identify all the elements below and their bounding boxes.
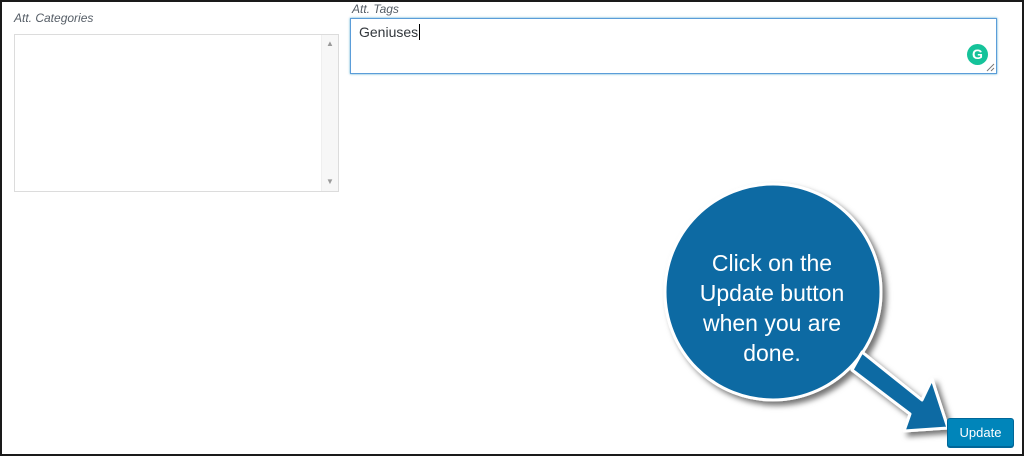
text-caret [419, 24, 421, 40]
categories-label: Att. Categories [14, 11, 94, 25]
categories-listbox[interactable]: ▲ ▼ [14, 34, 339, 192]
callout-line: Update button [699, 280, 845, 306]
callout-text: Click on the Update button when you are … [682, 248, 862, 368]
categories-scrollbar[interactable]: ▲ ▼ [321, 35, 338, 191]
tags-input-value[interactable]: Geniuses [359, 24, 421, 40]
tags-value-text: Geniuses [359, 24, 419, 40]
callout-line: when you are [702, 310, 842, 336]
scroll-up-arrow-icon[interactable]: ▲ [322, 37, 338, 51]
callout-line: Click on the [711, 250, 833, 276]
scroll-down-arrow-icon[interactable]: ▼ [322, 175, 338, 189]
callout-line: done. [743, 340, 801, 366]
resize-handle-icon[interactable] [985, 62, 995, 72]
tags-textarea[interactable]: Geniuses G [350, 18, 997, 74]
tags-label: Att. Tags [352, 2, 399, 16]
update-button[interactable]: Update [947, 418, 1014, 447]
editor-panel: Att. Categories ▲ ▼ Att. Tags Geniuses G… [0, 0, 1024, 456]
